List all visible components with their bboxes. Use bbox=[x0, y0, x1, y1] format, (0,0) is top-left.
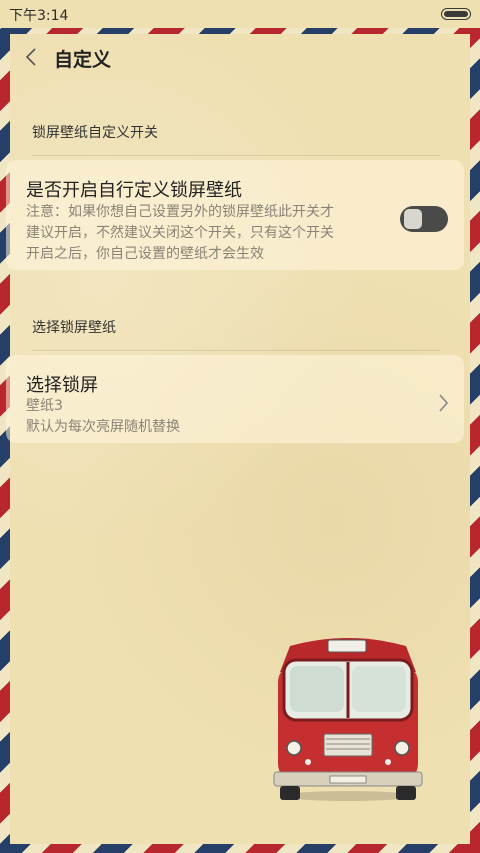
toggle-knob bbox=[404, 209, 422, 229]
divider bbox=[32, 155, 440, 156]
custom-wallpaper-toggle[interactable] bbox=[400, 206, 448, 232]
back-arrow-icon[interactable] bbox=[22, 45, 42, 69]
page-title: 自定义 bbox=[54, 49, 112, 71]
chevron-right-icon bbox=[436, 392, 450, 414]
select-lockscreen-title: 选择锁屏 bbox=[26, 375, 98, 396]
divider bbox=[32, 350, 440, 351]
section-title-lockscreen-switch: 锁屏壁纸自定义开关 bbox=[32, 125, 158, 141]
custom-wallpaper-desc-line3: 开启之后，你自己设置的壁纸才会生效 bbox=[26, 246, 264, 262]
status-bar: 下午3:14 bbox=[0, 0, 480, 28]
select-lockscreen-value: 壁纸3 bbox=[26, 398, 63, 414]
section-title-select-wallpaper: 选择锁屏壁纸 bbox=[32, 320, 116, 336]
status-time: 下午3:14 bbox=[9, 8, 69, 24]
select-lockscreen-desc: 默认为每次亮屏随机替换 bbox=[26, 419, 180, 435]
custom-wallpaper-desc-line1: 注意：如果你想自己设置另外的锁屏壁纸此开关才 bbox=[26, 204, 334, 220]
custom-wallpaper-toggle-title: 是否开启自行定义锁屏壁纸 bbox=[26, 180, 242, 201]
red-bus-illustration bbox=[270, 636, 430, 804]
custom-wallpaper-desc-line2: 建议开启，不然建议关闭这个开关，只有这个开关 bbox=[26, 225, 334, 241]
battery-icon bbox=[441, 8, 471, 20]
